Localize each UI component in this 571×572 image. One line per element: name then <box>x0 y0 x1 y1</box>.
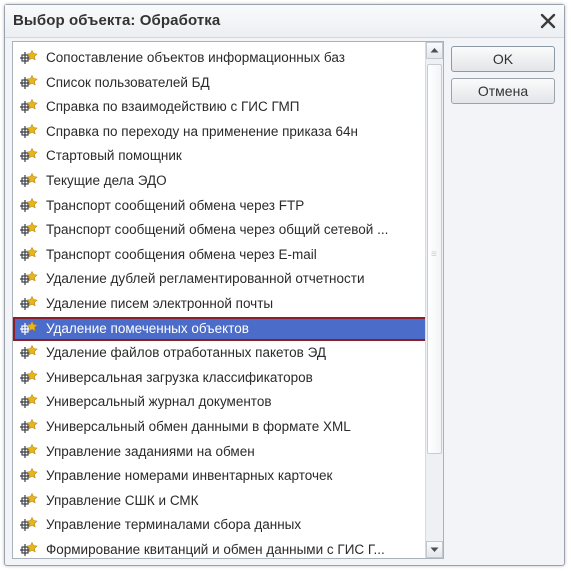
data-processor-icon <box>19 221 41 239</box>
list-item[interactable]: Текущие дела ЭДО <box>13 169 427 193</box>
object-selection-dialog: Выбор объекта: Обработка Сопоставление о… <box>4 4 565 566</box>
dialog-title: Выбор объекта: Обработка <box>13 12 221 29</box>
list-item-label: Удаление файлов отработанных пакетов ЭД <box>46 345 326 361</box>
list-item[interactable]: Универсальный журнал документов <box>13 390 427 414</box>
list-item-label: Удаление помеченных объектов <box>46 320 249 336</box>
list-item-label: Сопоставление объектов информационных ба… <box>46 50 345 65</box>
list-item-label: Транспорт сообщения обмена через E-mail <box>46 246 317 262</box>
list-item-label: Управление СШК и СМК <box>46 492 199 508</box>
list-item-label: Универсальный журнал документов <box>46 394 272 410</box>
list-item-label: Управление терминалами сбора данных <box>46 517 302 533</box>
list-item[interactable]: Сопоставление объектов информационных ба… <box>13 46 427 70</box>
list-item[interactable]: Универсальный обмен данными в формате XM… <box>13 415 427 439</box>
list-item-label: Удаление писем электронной почты <box>46 296 274 311</box>
data-processor-icon <box>19 172 41 190</box>
list-item-label: Формирование квитанций и обмен данными с… <box>46 542 385 557</box>
list-item[interactable]: Универсальная загрузка классификаторов <box>13 366 427 390</box>
data-processor-icon <box>19 246 41 264</box>
data-processor-icon <box>19 418 41 436</box>
list-item[interactable]: Список пользователей БД <box>13 71 427 95</box>
list-item[interactable]: Транспорт сообщений обмена через FTP <box>13 194 427 218</box>
object-list-items: Сопоставление объектов информационных ба… <box>13 42 427 558</box>
list-item-selected[interactable]: Удаление помеченных объектов <box>13 316 427 341</box>
scroll-grip-icon: ≡ <box>431 249 437 260</box>
data-processor-icon <box>19 147 41 165</box>
list-item[interactable]: Транспорт сообщения обмена через E-mail <box>13 243 427 267</box>
list-item[interactable]: Транспорт сообщений обмена через общий с… <box>13 218 427 242</box>
list-item[interactable]: Удаление файлов отработанных пакетов ЭД <box>13 341 427 365</box>
scroll-down-button[interactable] <box>426 541 443 558</box>
list-item-label: Текущие дела ЭДО <box>46 173 167 188</box>
scroll-thumb[interactable]: ≡ <box>427 64 442 454</box>
list-item-label: Управление заданиями на обмен <box>46 443 255 459</box>
data-processor-icon <box>19 98 41 116</box>
data-processor-icon <box>19 369 41 387</box>
list-item-label: Справка по переходу на применение приказ… <box>46 123 358 139</box>
list-item-label: Список пользователей БД <box>46 74 210 90</box>
data-processor-icon <box>19 49 41 67</box>
list-item[interactable]: Удаление дублей регламентированной отчет… <box>13 267 427 291</box>
vertical-scrollbar[interactable]: ≡ <box>425 42 443 558</box>
cancel-button[interactable]: Отмена <box>451 78 555 104</box>
scroll-up-button[interactable] <box>426 42 443 59</box>
data-processor-icon <box>19 541 41 558</box>
data-processor-icon <box>19 197 41 215</box>
data-processor-icon <box>19 344 41 362</box>
list-item[interactable]: Управление терминалами сбора данных <box>13 513 427 537</box>
list-item[interactable]: Управление заданиями на обмен <box>13 440 427 464</box>
data-processor-icon <box>19 443 41 461</box>
list-item[interactable]: Справка по взаимодействию с ГИС ГМП <box>13 95 427 119</box>
list-item-label: Стартовый помощник <box>46 148 182 164</box>
list-item-label: Универсальная загрузка классификаторов <box>46 369 313 385</box>
object-list[interactable]: Сопоставление объектов информационных ба… <box>12 41 444 559</box>
data-processor-icon <box>19 74 41 92</box>
arrow-down-icon <box>430 547 439 552</box>
data-processor-icon <box>19 393 41 411</box>
data-processor-icon <box>19 467 41 485</box>
list-item[interactable]: Формирование квитанций и обмен данными с… <box>13 538 427 558</box>
list-item[interactable]: Управление номерами инвентарных карточек <box>13 464 427 488</box>
data-processor-icon <box>19 320 41 338</box>
data-processor-icon <box>19 295 41 313</box>
data-processor-icon <box>19 492 41 510</box>
list-item[interactable]: Удаление писем электронной почты <box>13 292 427 316</box>
list-item-label: Управление номерами инвентарных карточек <box>46 468 333 484</box>
list-item-label: Универсальный обмен данными в формате XM… <box>46 419 351 434</box>
arrow-up-icon <box>430 48 439 53</box>
list-item-label: Транспорт сообщений обмена через FTP <box>46 197 305 213</box>
list-item[interactable]: Управление СШК и СМК <box>13 489 427 513</box>
data-processor-icon <box>19 270 41 288</box>
list-item-label: Транспорт сообщений обмена через общий с… <box>46 222 389 238</box>
data-processor-icon <box>19 123 41 141</box>
close-icon <box>540 13 556 29</box>
list-item-label: Справка по взаимодействию с ГИС ГМП <box>46 99 300 115</box>
list-item[interactable]: Справка по переходу на применение приказ… <box>13 120 427 144</box>
list-item-label: Удаление дублей регламентированной отчет… <box>46 271 365 287</box>
ok-button[interactable]: OK <box>451 46 555 72</box>
close-button[interactable] <box>538 11 558 31</box>
title-bar: Выбор объекта: Обработка <box>5 5 564 38</box>
data-processor-icon <box>19 516 41 534</box>
list-item[interactable]: Стартовый помощник <box>13 144 427 168</box>
